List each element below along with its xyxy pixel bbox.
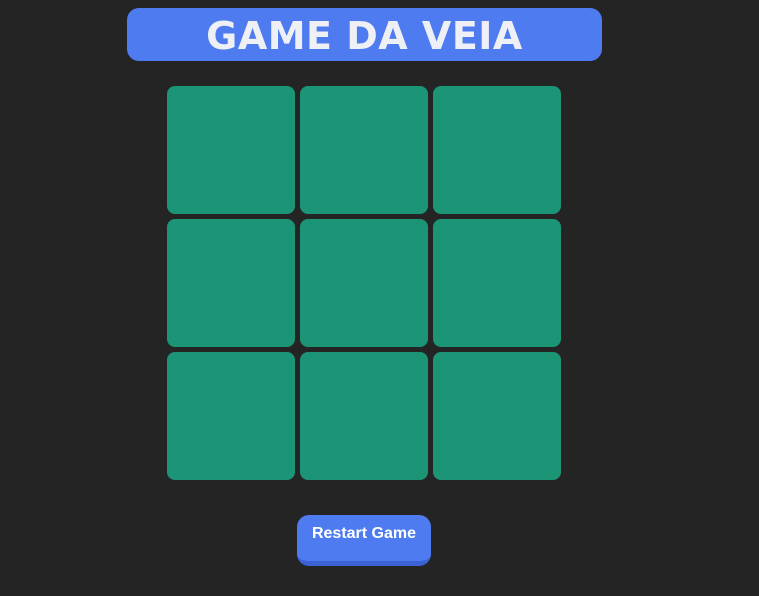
board-cell-5[interactable] [300, 219, 428, 347]
board-cell-1[interactable] [167, 86, 295, 214]
game-title: GAME DA VEIA [206, 13, 523, 58]
board-cell-8[interactable] [300, 352, 428, 480]
title-banner: GAME DA VEIA [127, 8, 602, 61]
board-cell-7[interactable] [167, 352, 295, 480]
board-cell-6[interactable] [433, 219, 561, 347]
board-cell-4[interactable] [167, 219, 295, 347]
restart-game-button[interactable]: Restart Game [297, 515, 431, 566]
game-board [167, 86, 561, 480]
board-cell-3[interactable] [433, 86, 561, 214]
board-cell-2[interactable] [300, 86, 428, 214]
board-cell-9[interactable] [433, 352, 561, 480]
